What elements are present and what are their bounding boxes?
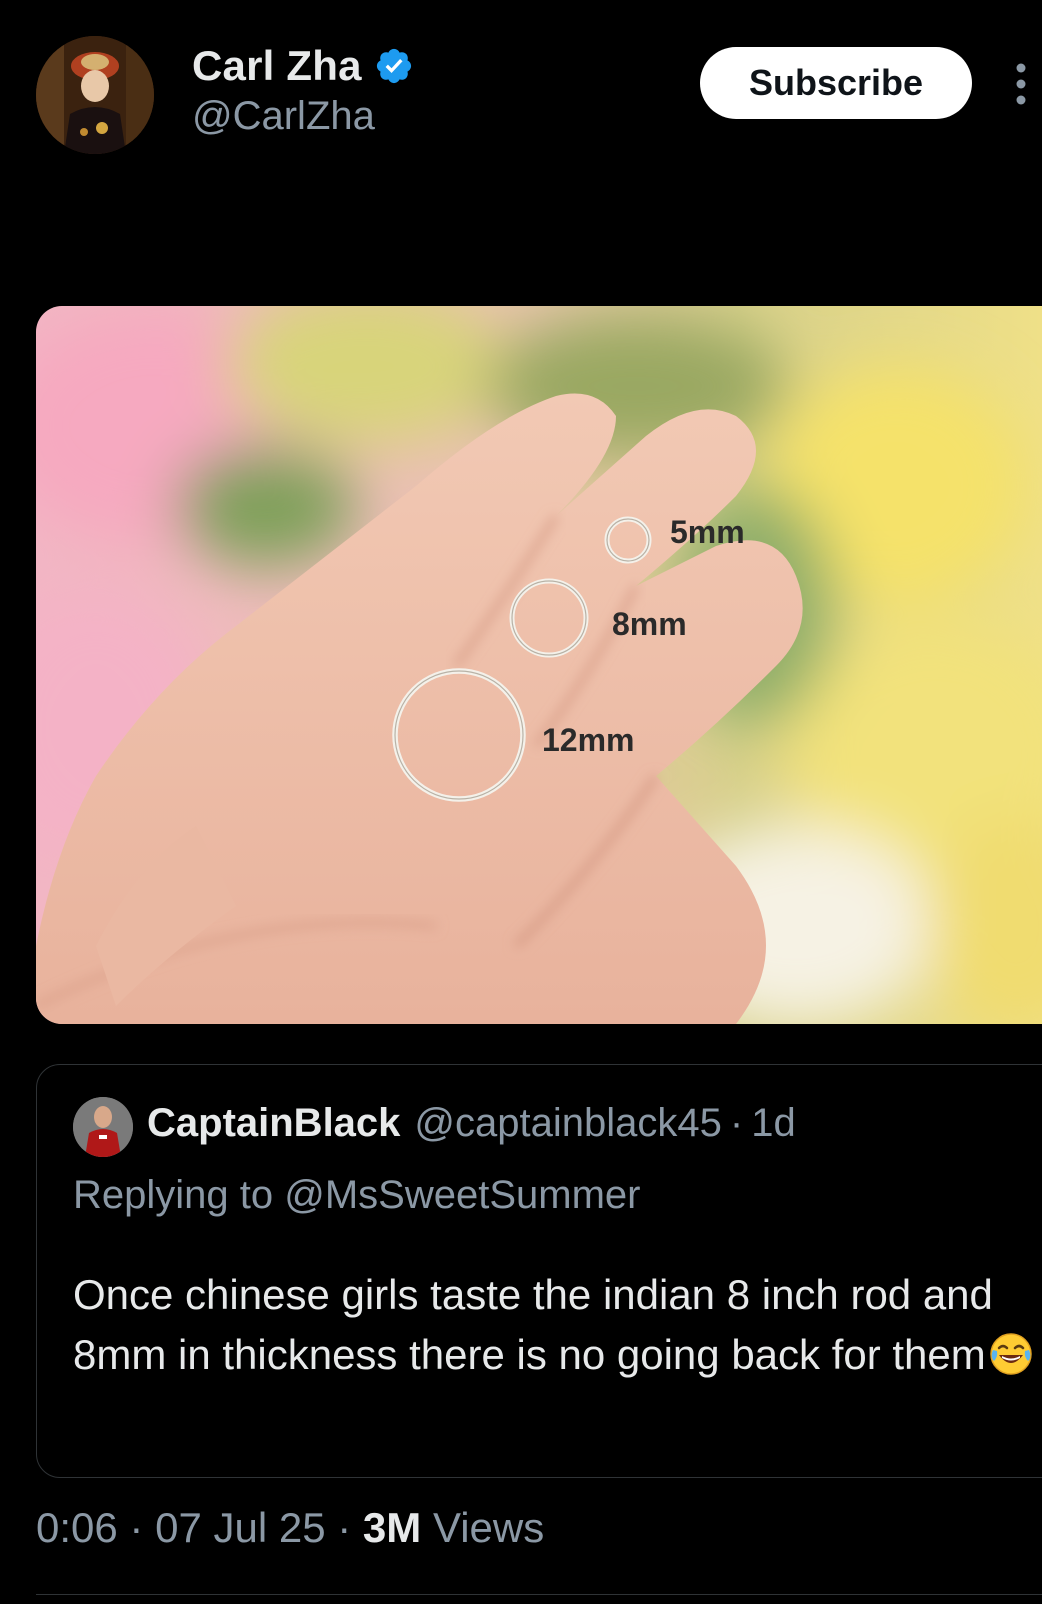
author-avatar[interactable]	[36, 36, 154, 154]
subscribe-button[interactable]: Subscribe	[700, 47, 972, 119]
divider	[36, 1594, 1042, 1595]
face-with-tears-of-joy-icon	[990, 1333, 1032, 1375]
author-handle[interactable]: @CarlZha	[192, 94, 375, 139]
ring-label-12mm: 12mm	[542, 722, 635, 758]
post-image[interactable]: 5mm 8mm 12mm	[36, 306, 1042, 1024]
quote-avatar-image	[73, 1097, 133, 1157]
avatar-image	[36, 36, 154, 154]
quote-text-block: Once chinese girls taste the indian 8 in…	[73, 1265, 1042, 1385]
quote-separator: ·	[729, 1101, 744, 1145]
views-count[interactable]: 3M	[363, 1504, 421, 1551]
verified-badge-icon	[376, 48, 411, 84]
views-label: Views	[432, 1504, 545, 1551]
quote-header: CaptainBlack @captainblack45 · 1d	[147, 1101, 796, 1146]
meta-separator: ·	[129, 1504, 144, 1551]
more-options-icon[interactable]	[1006, 60, 1036, 108]
meta-separator: ·	[337, 1504, 352, 1551]
quote-author-handle[interactable]: @captainblack45	[414, 1101, 721, 1146]
author-name[interactable]: Carl Zha	[192, 42, 362, 90]
quote-text: Once chinese girls taste the indian 8 in…	[73, 1271, 993, 1378]
ring-label-5mm: 5mm	[670, 514, 745, 550]
video-duration: 0:06	[36, 1504, 118, 1551]
quoted-tweet[interactable]: CaptainBlack @captainblack45 · 1d Replyi…	[36, 1064, 1042, 1478]
post-date[interactable]: 07 Jul 25	[155, 1504, 325, 1551]
quote-author-avatar[interactable]	[73, 1097, 133, 1157]
hand-rings-photo	[36, 306, 1042, 1024]
post-meta: 0:06 · 07 Jul 25 · 3M Views	[36, 1504, 544, 1552]
author-name-row: Carl Zha	[192, 40, 414, 92]
replying-to[interactable]: Replying to @MsSweetSummer	[73, 1173, 640, 1218]
ring-label-8mm: 8mm	[612, 606, 687, 642]
quote-timestamp[interactable]: 1d	[751, 1101, 796, 1146]
quote-author-name[interactable]: CaptainBlack	[147, 1101, 400, 1146]
